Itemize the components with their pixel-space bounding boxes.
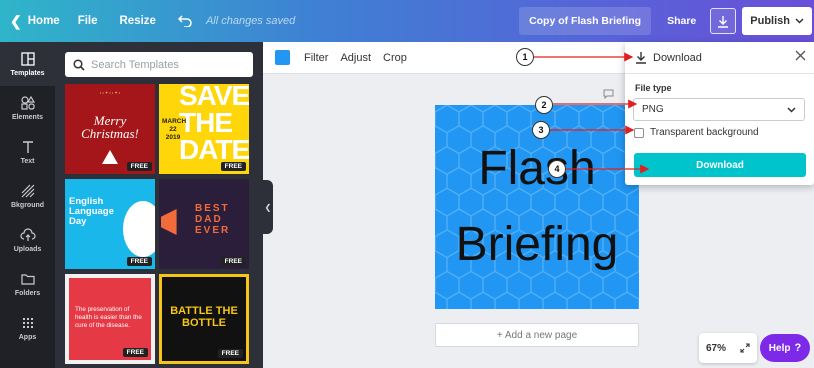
annotation-marker-4: 4 [548,160,566,178]
annotation-marker-2: 2 [535,96,553,114]
annotation-marker-1: 1 [516,48,534,66]
annotation-arrows [534,52,650,174]
annotation-marker-3: 3 [532,121,550,139]
